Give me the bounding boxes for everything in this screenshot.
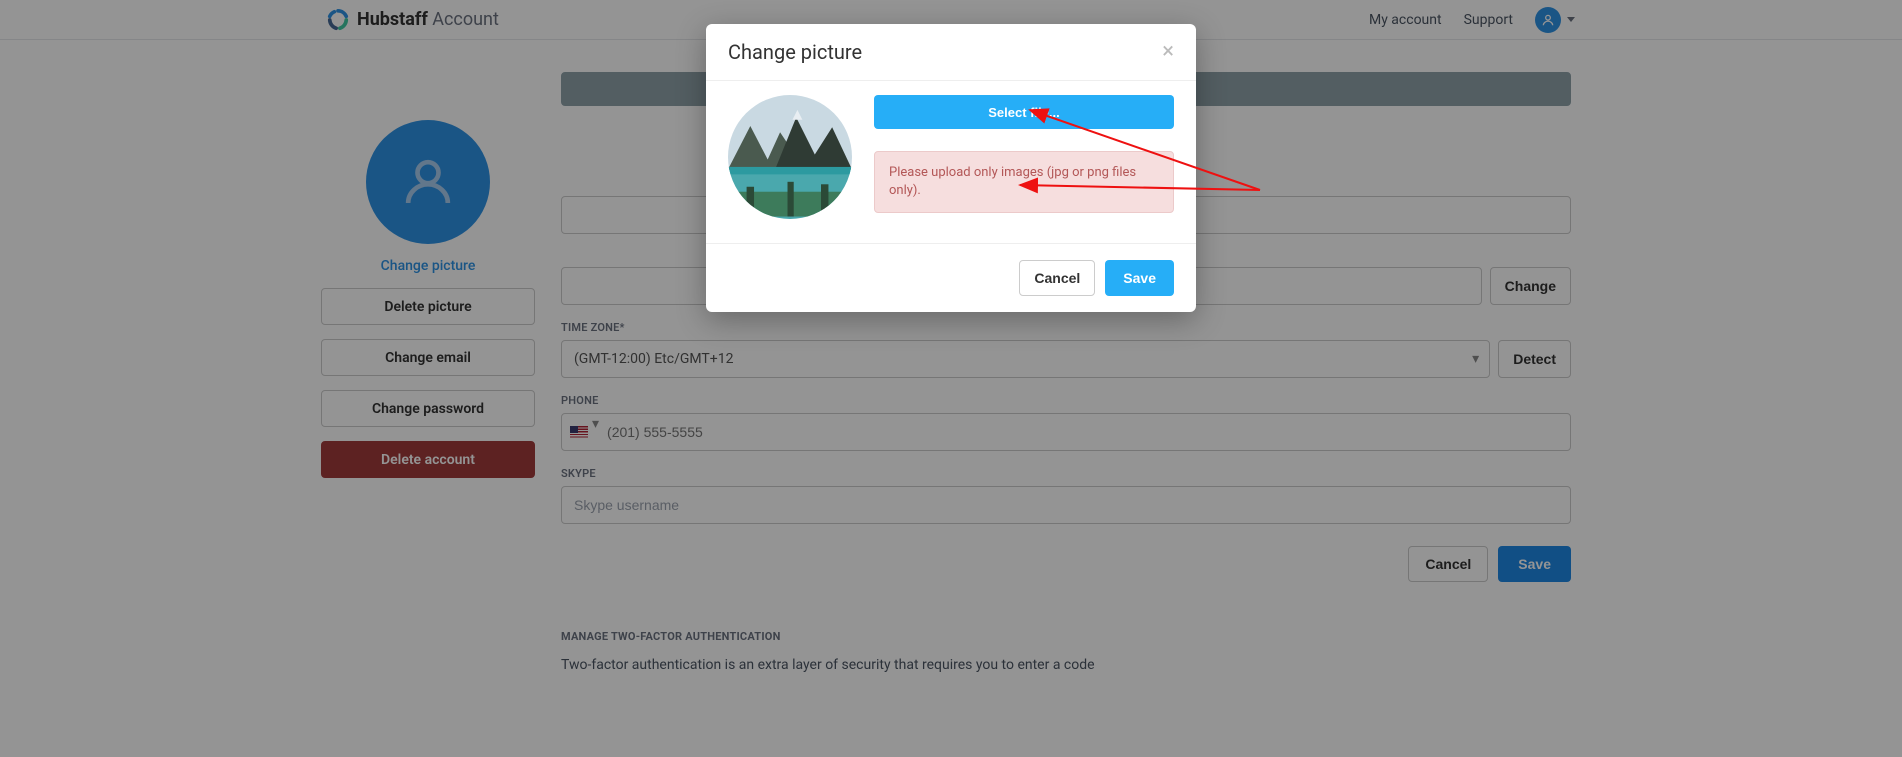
modal-title: Change picture (728, 40, 862, 64)
select-file-button[interactable]: Select file... (874, 95, 1174, 129)
picture-preview (728, 95, 852, 219)
modal-cancel-button[interactable]: Cancel (1019, 260, 1095, 296)
close-icon: × (1162, 39, 1174, 64)
modal-overlay: Change picture × (0, 0, 1902, 757)
modal-save-button[interactable]: Save (1105, 260, 1174, 296)
upload-error-message: Please upload only images (jpg or png fi… (874, 151, 1174, 213)
change-picture-modal: Change picture × (706, 24, 1196, 312)
modal-close-button[interactable]: × (1162, 41, 1174, 63)
